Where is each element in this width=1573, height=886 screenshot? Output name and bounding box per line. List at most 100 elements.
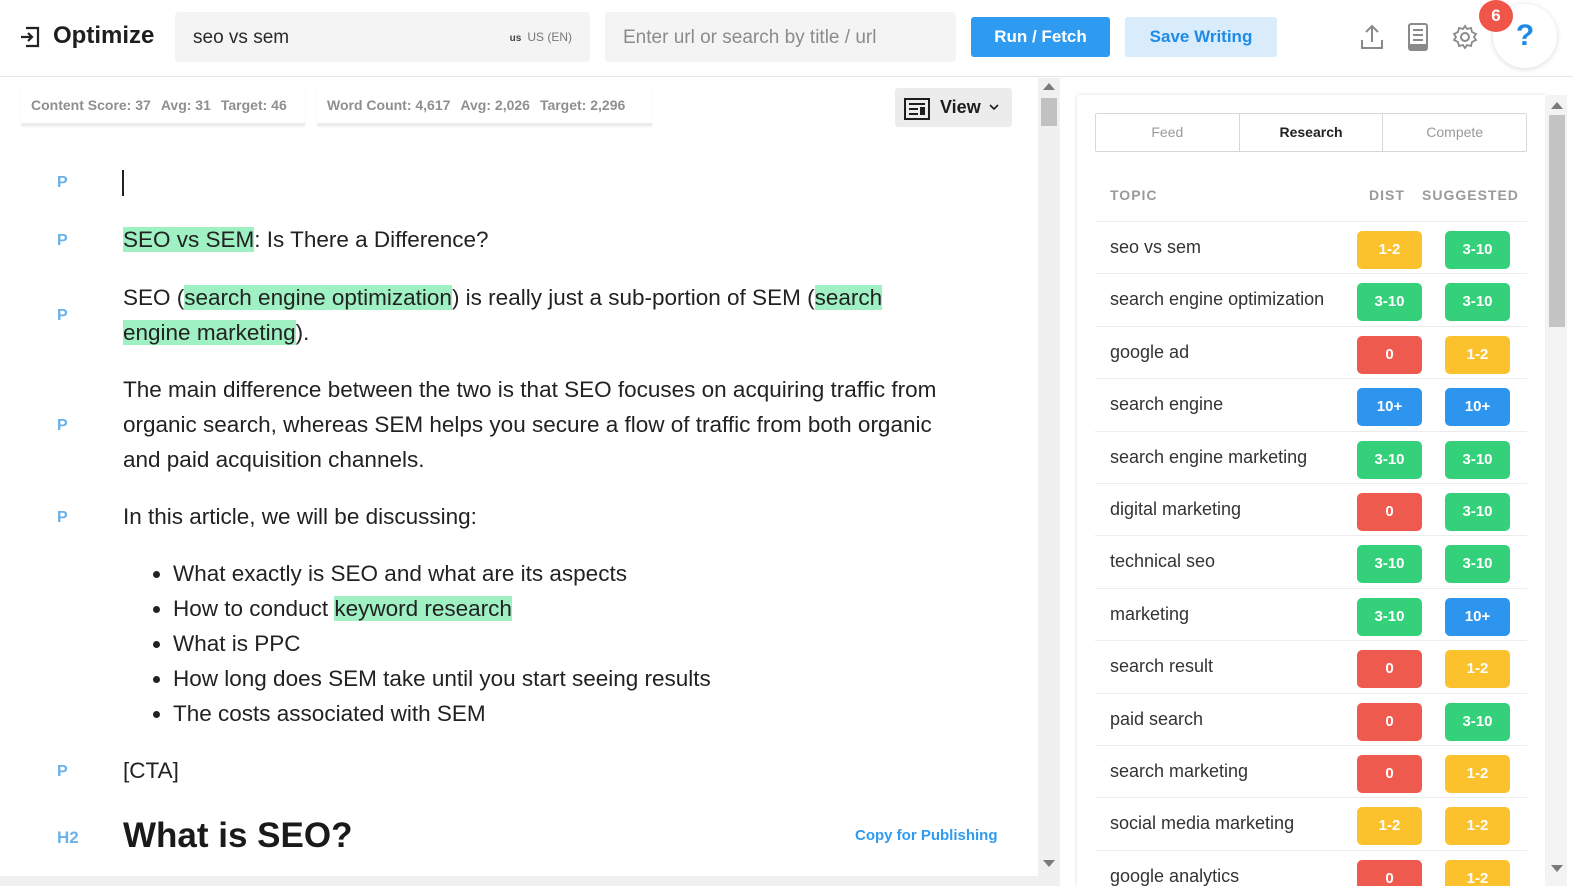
table-row[interactable]: paid search 0 3-10 [1095,692,1527,746]
topic-name: google analytics [1110,865,1240,886]
block-type-tag[interactable]: P [57,174,68,192]
dist-badge: 0 [1357,335,1422,374]
suggested-badge: 3-10 [1445,493,1510,531]
tab-compete[interactable]: Compete [1383,114,1526,151]
suggested-badge: 3-10 [1445,440,1510,479]
list-item-text: How to conduct [173,596,335,621]
paragraph-title[interactable]: SEO vs SEM: Is There a Difference? [123,222,983,257]
scroll-down-arrow[interactable] [1551,865,1563,872]
topic-name: technical seo [1110,551,1216,572]
heading-h2[interactable]: What is SEO? [123,816,352,856]
dist-badge: 3-10 [1357,283,1422,322]
paragraph-intro[interactable]: In this article, we will be discussing: [123,499,983,534]
suggested-badge: 1-2 [1445,335,1510,374]
scroll-down-arrow[interactable] [1043,860,1055,867]
paragraph-difference[interactable]: The main difference between the two is t… [123,372,973,477]
copy-for-publishing-link[interactable]: Copy for Publishing [855,827,998,844]
notification-badge[interactable]: 6 [1479,0,1513,32]
view-dropdown[interactable]: View [895,88,1012,127]
table-row[interactable]: search engine optimization 3-10 3-10 [1095,273,1527,326]
dist-badge: 0 [1357,702,1422,741]
keyword-highlight: search [814,285,883,310]
run-fetch-button[interactable]: Run / Fetch [971,17,1110,57]
table-row[interactable]: search engine marketing 3-10 3-10 [1095,430,1527,484]
suggested-badge: 1-2 [1445,859,1510,886]
panel-scrollbar[interactable] [1547,95,1567,886]
table-row[interactable]: search result 0 1-2 [1095,640,1527,693]
block-type-tag[interactable]: P [57,509,68,527]
paragraph-definition[interactable]: SEO (search engine optimization) is real… [123,280,983,350]
paragraph-text: : Is There a Difference? [254,227,489,252]
keyword-search-input[interactable]: seo vs sem us US (EN) [175,12,590,62]
column-header-dist: DIST [1369,187,1405,203]
layout-icon [904,98,930,120]
paragraph-text: ) is really just a sub-portion of SEM ( [451,285,815,310]
word-count-avg: Avg: 2,026 [460,97,530,113]
dist-badge: 1-2 [1357,231,1422,269]
tab-research[interactable]: Research [1239,114,1384,151]
word-count-target: Target: 2,296 [539,97,626,113]
list-item[interactable]: The costs associated with SEM [153,696,973,731]
topic-name: marketing [1110,603,1190,624]
topic-name: search marketing [1110,761,1249,781]
dist-badge: 3-10 [1357,440,1422,479]
scroll-up-arrow[interactable] [1551,102,1563,109]
gear-icon[interactable] [1451,22,1479,52]
topic-name: paid search [1110,708,1204,729]
tab-feed[interactable]: Feed [1096,114,1240,151]
table-row[interactable]: google analytics 0 1-2 [1095,849,1527,886]
dist-badge: 3-10 [1357,545,1422,584]
document-icon[interactable] [1404,22,1432,52]
block-type-tag[interactable]: H2 [57,828,79,848]
suggested-badge: 3-10 [1445,545,1510,584]
list-item[interactable]: What is PPC [153,626,973,661]
upload-icon[interactable] [1358,22,1386,52]
keyword-value: seo vs sem [193,27,290,48]
locale-selector[interactable]: us US (EN) [510,30,572,44]
scroll-thumb[interactable] [1041,98,1057,126]
table-row[interactable]: google ad 0 1-2 [1095,325,1527,379]
list-item[interactable]: How long does SEM take until you start s… [153,661,973,696]
list-item[interactable]: How to conduct keyword research [153,591,973,626]
dist-badge: 0 [1357,650,1422,689]
table-row[interactable]: search marketing 0 1-2 [1095,745,1527,798]
locale-label: US (EN) [527,30,572,44]
table-row[interactable]: technical seo 3-10 3-10 [1095,535,1527,588]
table-row[interactable]: seo vs sem 1-2 3-10 [1095,221,1527,274]
table-row[interactable]: social media marketing 1-2 1-2 [1095,797,1527,850]
table-row[interactable]: search engine 10+ 10+ [1095,378,1527,431]
content-score-target: Target: 46 [220,97,287,113]
column-header-suggested: SUGGESTED [1422,187,1519,203]
column-header-topic: TOPIC [1110,187,1158,203]
content-editor[interactable]: Content Score: 37 Avg: 31 Target: 46 Word … [0,78,1038,886]
block-type-tag[interactable]: P [57,232,68,250]
block-type-tag[interactable]: P [57,307,68,325]
url-search-input[interactable]: Enter url or search by title / url [605,12,956,62]
save-writing-button[interactable]: Save Writing [1125,17,1277,57]
text-cursor [122,170,124,196]
dist-badge: 3-10 [1357,597,1422,636]
block-type-tag[interactable]: P [57,417,68,435]
table-row[interactable]: digital marketing 0 3-10 [1095,483,1527,536]
paragraph-text: SEO ( [123,285,185,310]
paragraph-cta[interactable]: [CTA] [123,753,983,788]
editor-scrollbar[interactable] [1038,78,1060,886]
editor-horizontal-scrollbar[interactable] [0,876,1038,886]
topic-name: digital marketing [1110,499,1242,519]
panel-tabs: Feed Research Compete [1095,113,1527,152]
suggested-badge: 3-10 [1445,231,1510,269]
list-item[interactable]: What exactly is SEO and what are its asp… [153,556,973,591]
scroll-up-arrow[interactable] [1043,83,1055,90]
research-panel: Feed Research Compete TOPIC DIST SUGGEST… [1077,95,1545,886]
content-score-metric: Content Score: 37 Avg: 31 Target: 46 [21,88,305,126]
table-row[interactable]: marketing 3-10 10+ [1095,587,1527,641]
word-count: Word Count: 4,617 [327,97,451,113]
scroll-thumb[interactable] [1549,115,1565,327]
locale-code: us [509,33,522,44]
dist-badge: 0 [1357,493,1422,531]
topic-name: search engine [1110,394,1224,415]
block-type-tag[interactable]: P [57,763,68,781]
bullet-list[interactable]: What exactly is SEO and what are its asp… [153,556,973,731]
suggested-badge: 1-2 [1445,807,1510,846]
exit-icon[interactable] [20,26,40,48]
